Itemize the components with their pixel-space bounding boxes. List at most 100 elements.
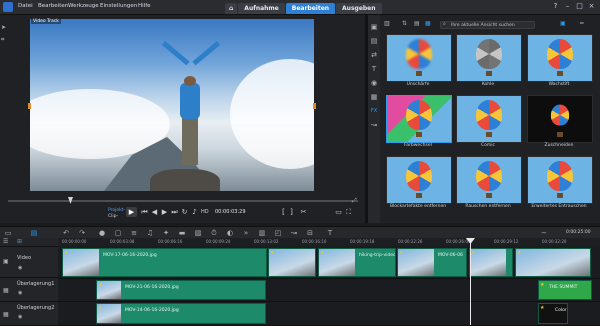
grid-icon[interactable]: ▦	[425, 20, 431, 27]
title-icon[interactable]: T	[370, 65, 378, 73]
timeline-clip[interactable]: ★	[515, 248, 591, 277]
timeline-clip[interactable]: ★	[268, 248, 316, 277]
storyboard-view-icon[interactable]: ▭	[4, 229, 12, 237]
overlay-track-icon[interactable]: ▦	[3, 311, 9, 318]
project-mode-label[interactable]: Projekt-	[108, 208, 125, 213]
media-icon[interactable]: ▣	[370, 23, 378, 31]
fullscreen-icon[interactable]: ⛶	[345, 208, 352, 216]
timeline-clip[interactable]: ★ THE SUMMIT	[538, 280, 592, 300]
timeline-clip[interactable]: ★ hiking-trip-video	[318, 248, 396, 277]
time-remap-icon[interactable]: ⏱	[210, 229, 218, 237]
right-resize-handle[interactable]	[313, 103, 316, 109]
menu-einstellungen[interactable]: Einstellungen	[100, 3, 137, 9]
left-resize-handle[interactable]	[28, 103, 31, 109]
split-screen-icon[interactable]: ▥	[258, 229, 266, 237]
filter-fx-icon[interactable]: FX	[370, 107, 378, 115]
menu-bearbeiten[interactable]: Bearbeiten	[38, 3, 68, 9]
browse-icon[interactable]: ▤	[414, 20, 420, 27]
aspect-icon[interactable]: ▭	[335, 208, 342, 216]
zoom-slider[interactable]: ━	[580, 20, 584, 27]
scrub-bar[interactable]	[8, 200, 358, 202]
filter-thumb[interactable]	[386, 95, 452, 143]
crop-tool-icon[interactable]: ⌗	[1, 36, 4, 44]
overlay-icon[interactable]: ▦	[370, 93, 378, 101]
filter-thumb[interactable]	[386, 156, 452, 204]
timecode[interactable]: 00:00:03:29	[215, 209, 246, 215]
filter-thumb[interactable]	[386, 34, 452, 82]
pointer-tool-icon[interactable]: ➤	[1, 24, 6, 31]
end-icon[interactable]: ⏭	[171, 208, 178, 216]
timeline-clip[interactable]: ★ Color	[538, 303, 568, 324]
track-eye-icon[interactable]: ◉	[18, 314, 22, 320]
filter-thumb[interactable]	[456, 95, 522, 143]
zoom-time[interactable]: 0:00:25:00	[566, 230, 591, 235]
path-icon[interactable]: ↝	[290, 229, 298, 237]
mark-in-icon[interactable]: [	[280, 208, 287, 216]
instant-project-icon[interactable]: ▤	[370, 37, 378, 45]
capture-icon[interactable]: ▢	[114, 229, 122, 237]
record-icon[interactable]: ●	[98, 229, 106, 237]
split-icon[interactable]: ✂	[300, 208, 307, 216]
subtitle-icon[interactable]: ▬	[178, 229, 186, 237]
help-icon[interactable]: ?	[552, 3, 559, 10]
menu-hilfe[interactable]: Hilfe	[138, 3, 151, 9]
home-icon[interactable]: ⏮	[141, 208, 148, 216]
home-tab[interactable]: ⌂	[225, 3, 238, 14]
close-icon[interactable]: ×	[588, 3, 595, 10]
mixer-icon[interactable]: ≡	[130, 229, 138, 237]
video-preview[interactable]	[30, 19, 314, 191]
redo-icon[interactable]: ↷	[78, 229, 86, 237]
multicam-icon[interactable]: ▧	[194, 229, 202, 237]
motion-track-icon[interactable]: ✦	[162, 229, 170, 237]
transition-icon[interactable]: ⇄	[370, 51, 378, 59]
filter-thumb[interactable]	[527, 95, 593, 143]
track-eye-icon[interactable]: ◉	[18, 265, 22, 271]
clip-mode-label[interactable]: Clip-	[108, 214, 118, 219]
speed-icon[interactable]: »	[242, 229, 250, 237]
prev-frame-icon[interactable]: ◀	[151, 208, 158, 216]
filter-thumb[interactable]	[456, 34, 522, 82]
zoom-out-icon[interactable]: −	[540, 229, 548, 237]
add-track-icon[interactable]: ⊞	[17, 238, 22, 245]
auto-music-icon[interactable]: ♫	[146, 229, 154, 237]
tab-capture[interactable]: Aufnahme	[238, 3, 285, 14]
expand-icon[interactable]: ⤢	[352, 197, 357, 205]
filter-thumb[interactable]	[456, 156, 522, 204]
graphics-icon[interactable]: ◉	[370, 79, 378, 87]
timeline-ruler[interactable]: 00:00:00:00 00:00:03:08 00:00:06:16 00:00:0…	[58, 238, 600, 246]
volume-icon[interactable]: ♪	[191, 208, 198, 216]
title-tool-icon[interactable]: T	[326, 229, 334, 237]
filter-thumb[interactable]	[527, 34, 593, 82]
sort-icon[interactable]: ⇅	[402, 20, 407, 27]
snapshot-icon[interactable]: ◰	[274, 229, 282, 237]
timeline-clip[interactable]: ★ MOV-06-06	[397, 248, 467, 277]
timeline-clip[interactable]: ★ MOV-21-06-16-2020.jpg	[96, 280, 266, 300]
repeat-icon[interactable]: ↻	[181, 208, 188, 216]
next-frame-icon[interactable]: ▶	[161, 208, 168, 216]
trim-icon[interactable]: ⊟	[306, 229, 314, 237]
minimize-icon[interactable]: –	[564, 3, 571, 10]
mark-out-icon[interactable]: ]	[288, 208, 295, 216]
tab-edit[interactable]: Bearbeiten	[285, 3, 336, 14]
play-button[interactable]: ▶	[126, 207, 137, 217]
hd-icon[interactable]: HD	[201, 208, 209, 216]
folder-icon[interactable]: ▥	[384, 20, 390, 27]
video-track-icon[interactable]: ▣	[3, 258, 9, 265]
timeline-clip[interactable]: ★ MOV-14-06-16-2020.jpg	[96, 303, 266, 324]
motion-path-icon[interactable]: ↝	[370, 121, 378, 129]
undo-icon[interactable]: ↶	[62, 229, 70, 237]
maximize-icon[interactable]: □	[576, 3, 583, 10]
overlay-track-icon[interactable]: ▦	[3, 287, 9, 294]
tab-share[interactable]: Ausgeben	[336, 3, 382, 14]
view-icon[interactable]: ▣	[560, 20, 566, 27]
mask-icon[interactable]: ◐	[226, 229, 234, 237]
search-input[interactable]: Ihre aktuelle Ansicht suchen	[440, 21, 535, 29]
track-eye-icon[interactable]: ◉	[18, 290, 22, 296]
timeline-clip[interactable]: ★ MOV-17-06-16-2020.jpg	[62, 248, 267, 277]
timeline-clip[interactable]: ★	[469, 248, 513, 277]
track-manager-icon[interactable]: ☰	[3, 238, 8, 245]
menu-werkzeuge[interactable]: Werkzeuge	[68, 3, 99, 9]
menu-datei[interactable]: Datei	[18, 3, 33, 9]
timeline-view-icon[interactable]: ▤	[30, 229, 38, 237]
filter-thumb[interactable]	[527, 156, 593, 204]
